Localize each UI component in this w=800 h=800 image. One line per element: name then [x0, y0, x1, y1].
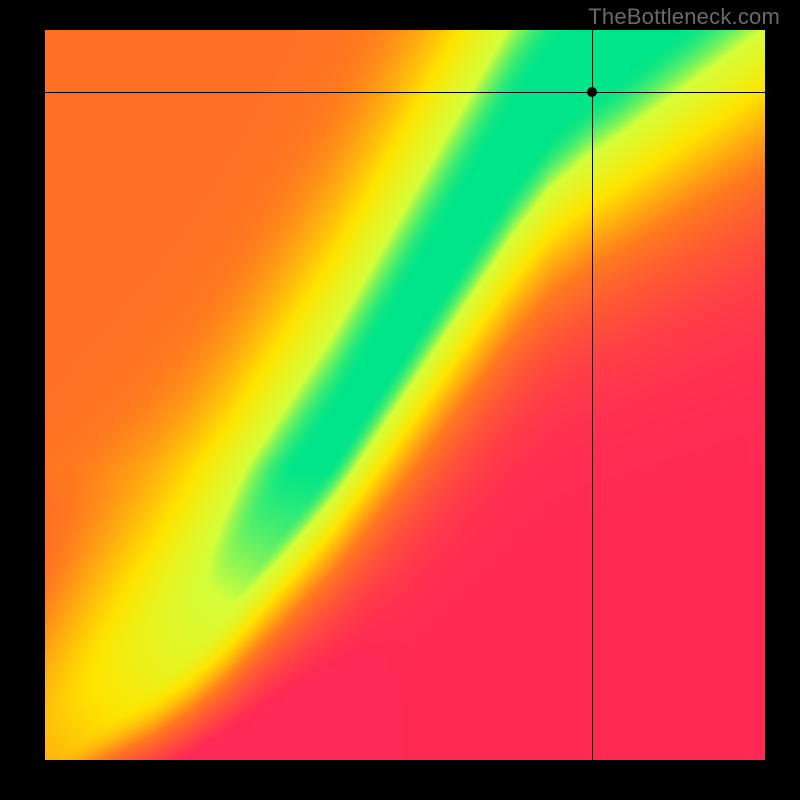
heatmap-plot — [45, 30, 765, 760]
crosshair-horizontal — [45, 92, 765, 93]
chart-frame: TheBottleneck.com — [0, 0, 800, 800]
watermark-text: TheBottleneck.com — [588, 4, 780, 30]
heatmap-canvas — [45, 30, 765, 760]
crosshair-vertical — [592, 30, 593, 760]
crosshair-marker — [587, 87, 597, 97]
